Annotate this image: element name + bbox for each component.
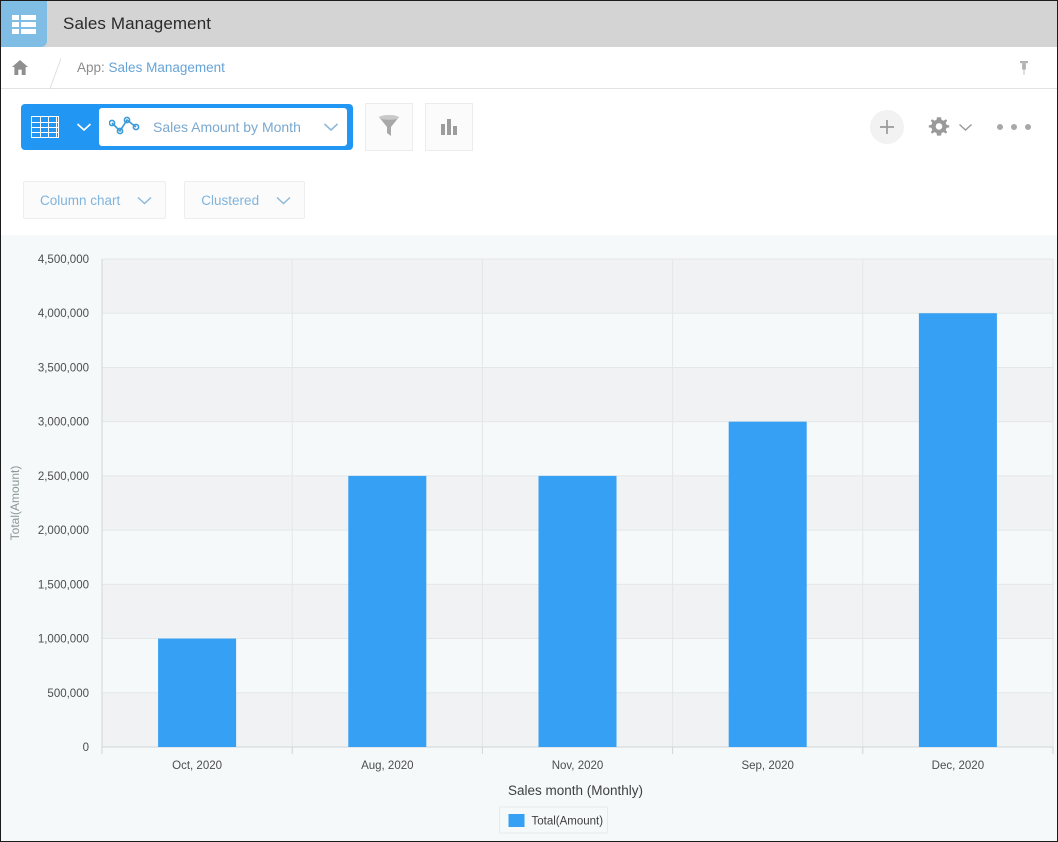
plus-icon bbox=[877, 117, 897, 137]
x-tick-label: Sep, 2020 bbox=[741, 760, 793, 772]
chart-band bbox=[102, 259, 1053, 313]
chart-option-bar: Column chart Clustered bbox=[1, 165, 1057, 235]
view-toolbar: Sales Amount by Month bbox=[1, 89, 1057, 165]
bar[interactable] bbox=[729, 422, 807, 747]
settings-button[interactable] bbox=[926, 114, 973, 140]
bar-chart-icon bbox=[438, 116, 460, 138]
ellipsis-icon bbox=[1011, 124, 1017, 130]
page-title: Sales Management bbox=[63, 14, 211, 34]
chart-type-label: Column chart bbox=[40, 193, 120, 208]
table-grid-icon bbox=[31, 116, 59, 138]
y-tick-label: 2,000,000 bbox=[38, 525, 89, 537]
y-tick-label: 1,000,000 bbox=[38, 634, 89, 646]
chart-panel: 0 500,000 1,000,000 1,500,000 2,000,000 2,500… bbox=[1, 235, 1057, 841]
x-tick-label: Nov, 2020 bbox=[552, 760, 604, 772]
breadcrumb-app-link[interactable]: Sales Management bbox=[109, 60, 225, 75]
breadcrumb-text: App: Sales Management bbox=[77, 60, 225, 75]
application-window: Sales Management App: Sales Management bbox=[0, 0, 1058, 842]
breadcrumb: App: Sales Management bbox=[1, 47, 1057, 89]
bar[interactable] bbox=[158, 639, 236, 747]
chart-band bbox=[102, 367, 1053, 421]
app-icon[interactable] bbox=[1, 1, 47, 47]
bar[interactable] bbox=[348, 476, 426, 747]
chevron-down-icon bbox=[275, 195, 292, 206]
gear-icon bbox=[926, 114, 952, 140]
chart-view-select[interactable]: Sales Amount by Month bbox=[99, 108, 347, 146]
add-button[interactable] bbox=[870, 110, 904, 144]
y-tick-label: 0 bbox=[83, 742, 89, 754]
bar[interactable] bbox=[919, 313, 997, 747]
y-tick-label: 1,500,000 bbox=[38, 579, 89, 591]
more-options-button[interactable] bbox=[997, 117, 1031, 137]
chevron-down-icon bbox=[76, 122, 92, 132]
chart-view-label: Sales Amount by Month bbox=[153, 119, 313, 135]
x-axis-title: Sales month (Monthly) bbox=[508, 783, 643, 798]
x-tick-label: Dec, 2020 bbox=[932, 760, 984, 772]
bar[interactable] bbox=[539, 476, 617, 747]
y-tick-label: 500,000 bbox=[47, 688, 89, 700]
breadcrumb-prefix: App: bbox=[77, 60, 105, 75]
x-tick-label: Aug, 2020 bbox=[361, 760, 413, 772]
legend-swatch[interactable] bbox=[509, 814, 525, 827]
chart-toggle-button[interactable] bbox=[425, 103, 473, 151]
toolbar-actions bbox=[870, 89, 1039, 165]
line-chart-icon bbox=[109, 116, 143, 138]
bar-chart[interactable]: 0 500,000 1,000,000 1,500,000 2,000,000 2,500… bbox=[1, 235, 1057, 841]
chevron-down-icon bbox=[136, 195, 153, 206]
ellipsis-icon bbox=[1025, 124, 1031, 130]
x-tick-label: Oct, 2020 bbox=[172, 760, 222, 772]
filter-button[interactable] bbox=[365, 103, 413, 151]
pin-button[interactable] bbox=[1013, 57, 1035, 79]
view-selector-group: Sales Amount by Month bbox=[21, 104, 353, 150]
view-grid-button[interactable] bbox=[21, 104, 69, 150]
legend-label: Total(Amount) bbox=[532, 816, 604, 828]
chart-grouping-label: Clustered bbox=[201, 193, 259, 208]
y-axis-title: Total(Amount) bbox=[8, 466, 22, 541]
ellipsis-icon bbox=[997, 124, 1003, 130]
chevron-down-icon[interactable] bbox=[323, 122, 339, 132]
breadcrumb-separator bbox=[39, 47, 61, 89]
y-tick-label: 3,500,000 bbox=[38, 362, 89, 374]
y-tick-label: 2,500,000 bbox=[38, 471, 89, 483]
y-tick-label: 4,000,000 bbox=[38, 308, 89, 320]
home-icon bbox=[11, 59, 29, 76]
chart-type-select[interactable]: Column chart bbox=[23, 181, 166, 219]
pin-icon bbox=[1016, 59, 1032, 77]
chart-grouping-select[interactable]: Clustered bbox=[184, 181, 305, 219]
view-dropdown-caret[interactable] bbox=[69, 104, 99, 150]
y-tick-label: 4,500,000 bbox=[38, 254, 89, 266]
home-button[interactable] bbox=[1, 47, 39, 89]
y-tick-label: 3,000,000 bbox=[38, 417, 89, 429]
table-app-icon bbox=[12, 15, 36, 34]
funnel-filter-icon bbox=[377, 114, 401, 140]
chevron-down-icon[interactable] bbox=[958, 122, 973, 132]
title-bar: Sales Management bbox=[1, 1, 1057, 47]
